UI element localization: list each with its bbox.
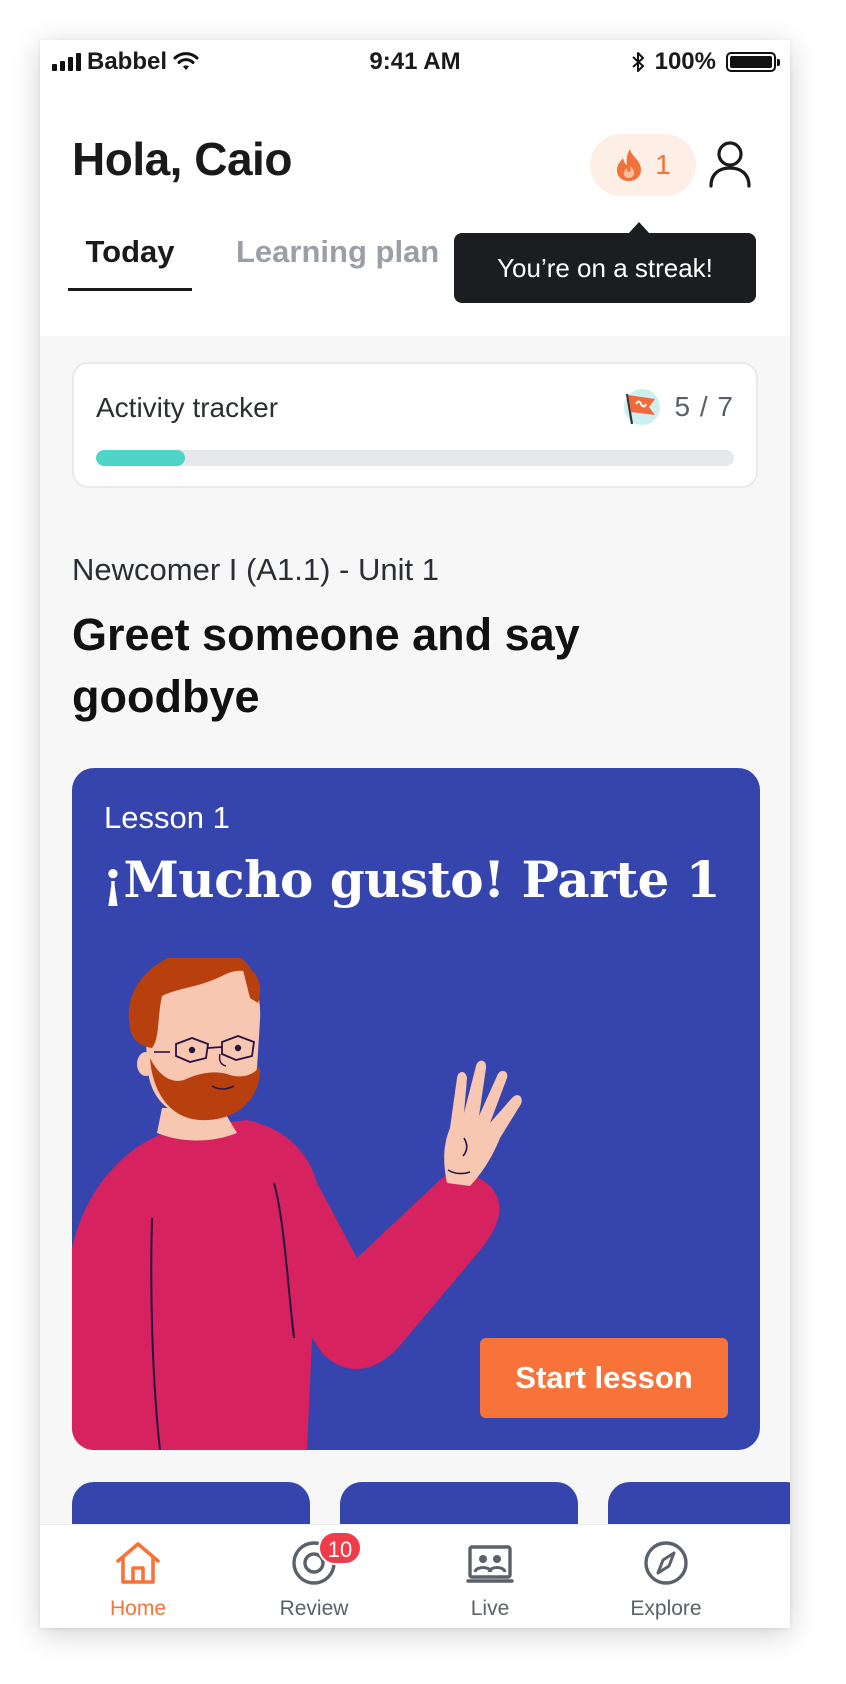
nav-explore-label: Explore <box>630 1597 702 1620</box>
progress-fill <box>96 450 186 466</box>
nav-review[interactable]: 10 Review <box>234 1525 394 1628</box>
battery-percent: 100% <box>654 48 716 75</box>
compass-icon <box>644 1541 688 1585</box>
unit-label: Newcomer I (A1.1) - Unit 1 <box>72 552 439 587</box>
streak-tooltip: You’re on a streak! <box>454 222 756 303</box>
streak-button[interactable]: 1 <box>590 134 696 196</box>
tab-bar: Today Learning plan <box>68 228 453 292</box>
tracker-goal: 5 / 7 <box>619 386 734 428</box>
status-right: 100% <box>631 48 780 76</box>
progress-track <box>96 450 734 466</box>
nav-home[interactable]: Home <box>58 1525 218 1628</box>
home-icon <box>116 1542 160 1584</box>
nav-explore[interactable]: Explore <box>586 1525 746 1628</box>
bottom-nav: Home 10 Review Live Explore <box>40 1524 790 1628</box>
flame-icon <box>617 149 642 181</box>
streak-count: 1 <box>655 149 671 180</box>
lesson-card[interactable]: Lesson 1 ¡Mucho gusto! Parte 1 Start les… <box>72 768 760 1450</box>
tracker-title: Activity tracker <box>96 392 279 423</box>
lesson-title: ¡Mucho gusto! Parte 1 <box>102 850 721 909</box>
phone-screen: Babbel 9:41 AM 100% Hola, Caio 1 Today L… <box>40 40 790 1628</box>
nav-live-label: Live <box>470 1597 510 1620</box>
nav-review-label: Review <box>279 1597 349 1620</box>
greeting: Hola, Caio <box>72 133 292 185</box>
tab-today[interactable]: Today <box>68 228 192 291</box>
flag-icon <box>623 389 660 425</box>
nav-home-label: Home <box>109 1597 167 1620</box>
review-badge: 10 <box>318 1531 362 1565</box>
unit-title: Greet someone and say goodbye <box>72 609 580 722</box>
start-lesson-button[interactable]: Start lesson <box>480 1338 728 1418</box>
bluetooth-icon <box>631 52 644 72</box>
activity-tracker-card[interactable]: Activity tracker 5 / 7 <box>72 362 758 488</box>
profile-icon[interactable] <box>708 140 752 188</box>
lesson-number: Lesson 1 <box>104 800 230 835</box>
nav-live[interactable]: Live <box>410 1525 570 1628</box>
tab-learning-plan[interactable]: Learning plan <box>222 228 453 288</box>
tracker-count: 5 / 7 <box>674 391 734 422</box>
status-bar: Babbel 9:41 AM 100% <box>40 40 790 84</box>
live-icon <box>466 1545 514 1583</box>
battery-icon <box>726 52 780 72</box>
